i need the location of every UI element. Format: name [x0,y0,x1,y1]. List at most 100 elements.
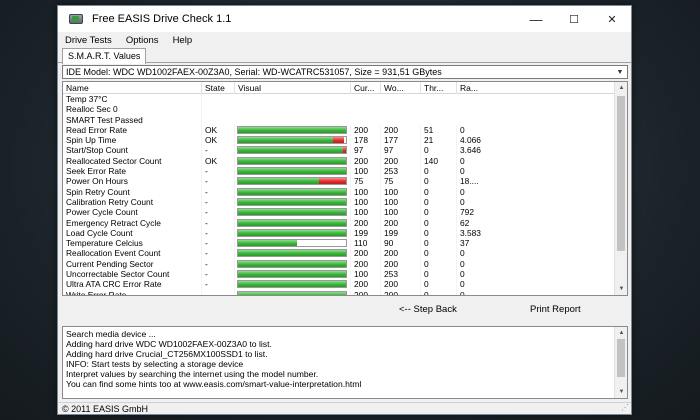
column-header-state[interactable]: State [202,82,235,94]
column-header-threshold[interactable]: Thr... [421,82,457,94]
window-title: Free EASIS Drive Check 1.1 [92,13,232,25]
attribute-raw: 4.066 [460,135,481,146]
attribute-state: - [202,289,235,295]
table-row[interactable]: Read Error Rate OK 200 200 51 0 [63,124,615,136]
health-bar [237,290,347,295]
device-dropdown[interactable]: IDE Model: WDC WD1002FAEX-00Z3A0, Serial… [62,65,628,79]
menu-drive-tests[interactable]: Drive Tests [65,35,112,46]
menu-help[interactable]: Help [173,35,193,46]
attribute-visual-bar [235,289,351,295]
table-row[interactable]: Calibration Retry Count -100 100 0 0 [63,196,615,208]
table-row[interactable]: Emergency Retract Cycle -200 200 0 62 [63,217,615,228]
attribute-name: Current Pending Sector [63,258,202,270]
tab-smart-values[interactable]: S.M.A.R.T. Values [62,48,147,64]
column-header-current[interactable]: Cur... [351,82,381,94]
table-row[interactable]: Power Cycle Count -100 100 0 792 [63,207,615,218]
table-row[interactable]: Spin Retry Count -100 100 0 0 [63,186,615,197]
table-row[interactable]: Temperature Celcius - 110 90 0 37 [63,238,615,249]
attribute-state: - [202,248,235,259]
health-bar-red [333,137,344,144]
attribute-name: Load Cycle Count [63,227,202,239]
log-scrollbar[interactable]: ▲ ▼ [614,327,627,398]
close-button[interactable]: ✕ [593,6,631,32]
chevron-down-icon[interactable]: ▼ [613,66,627,78]
scroll-down-icon[interactable]: ▼ [615,386,627,398]
info-text: Temp 37°C [63,94,202,105]
health-bar [237,249,347,258]
attribute-visual-bar [235,145,351,156]
attribute-worst: 200 [381,155,421,167]
health-bar [237,280,347,289]
attribute-state: - [202,166,235,177]
table-row[interactable]: Seek Error Rate -100 253 0 0 [63,166,615,177]
scroll-down-icon[interactable]: ▼ [615,283,627,295]
table-row[interactable]: Uncorrectable Sector Count -100 253 0 0 [63,269,615,280]
attribute-worst: 100 [381,207,421,218]
attribute-visual-bar [235,196,351,208]
table-row[interactable]: Current Pending Sector -200 200 0 0 [63,258,615,270]
step-back-button[interactable]: <-- Step Back [399,304,457,315]
health-bar [237,270,347,279]
info-row[interactable]: SMART Test Passed [63,114,615,125]
attribute-name: Write Error Rate [63,289,202,295]
table-scrollbar[interactable]: ▲ ▼ [614,82,627,295]
table-row[interactable]: Start/Stop Count -97 97 0 3.646 [63,145,615,156]
resize-grip-icon[interactable]: ⋰ [621,401,629,414]
scroll-up-icon[interactable]: ▲ [615,327,627,339]
table-row[interactable]: Write Error Rate -200 200 0 0 [63,289,615,295]
attribute-name: Spin Retry Count [63,186,202,197]
attribute-state: - [202,227,235,239]
table-row[interactable]: Reallocation Event Count -200 200 0 0 [63,248,615,259]
health-bar [237,177,347,186]
column-header-name[interactable]: Name [63,82,202,94]
attribute-name: Seek Error Rate [63,166,202,177]
table-row[interactable]: Spin Up Time OK 178 177 21 4.066 [63,135,615,146]
health-bar [237,136,347,145]
maximize-button[interactable]: ☐ [555,6,593,32]
log-output[interactable]: Search media device ... Adding hard driv… [62,326,628,399]
column-header-raw[interactable]: Ra... [457,82,615,94]
table-row[interactable]: Ultra ATA CRC Error Rate -200 200 0 0 [63,279,615,290]
table-row[interactable]: Reallocated Sector Count OK 200 200 140 0 [63,155,615,167]
attribute-current: 100 [351,269,381,280]
attribute-visual-bar [235,207,351,218]
attribute-visual-bar [235,269,351,280]
attribute-threshold: 140 [421,155,457,167]
health-bar-green [238,178,319,185]
attribute-current: 200 [351,124,381,136]
attribute-state: OK [202,155,235,167]
log-scroll-thumb[interactable] [617,339,625,377]
table-scroll-thumb[interactable] [617,96,625,251]
attribute-worst: 177 [381,135,421,146]
table-header: Name State Visual Cur... Wo... Thr... Ra… [63,82,615,94]
health-bar [237,208,347,217]
table-row[interactable]: Load Cycle Count -199 199 0 3.583 [63,227,615,239]
attribute-visual-bar [235,166,351,177]
attribute-visual-bar [235,155,351,167]
attribute-worst: 200 [381,258,421,270]
print-report-button[interactable]: Print Report [530,304,581,315]
attribute-worst: 200 [381,289,421,295]
info-row[interactable]: Realloc Sec 0 [63,104,615,115]
attribute-raw: 3.646 [460,145,481,156]
attribute-threshold: 0 [421,145,457,156]
title-bar[interactable]: Free EASIS Drive Check 1.1 — ☐ ✕ [58,6,631,32]
table-row[interactable]: Power On Hours -75 75 0 18.... [63,176,615,187]
attribute-raw: 0 [460,196,465,207]
health-bar-green [238,137,334,144]
attribute-threshold: 0 [421,279,457,290]
attribute-raw: 0 [460,279,465,290]
attribute-current: 110 [351,238,381,249]
health-bar-green [238,126,346,133]
health-bar-green [238,168,346,175]
scroll-up-icon[interactable]: ▲ [615,82,627,94]
column-header-visual[interactable]: Visual [235,82,351,94]
health-bar-red [342,147,346,154]
column-header-worst[interactable]: Wo... [381,82,421,94]
minimize-button[interactable]: — [517,6,555,32]
attribute-state: - [202,207,235,218]
attribute-raw: 18.... [460,176,479,187]
attribute-current: 199 [351,227,381,239]
info-row[interactable]: Temp 37°C [63,94,615,105]
menu-options[interactable]: Options [126,35,159,46]
